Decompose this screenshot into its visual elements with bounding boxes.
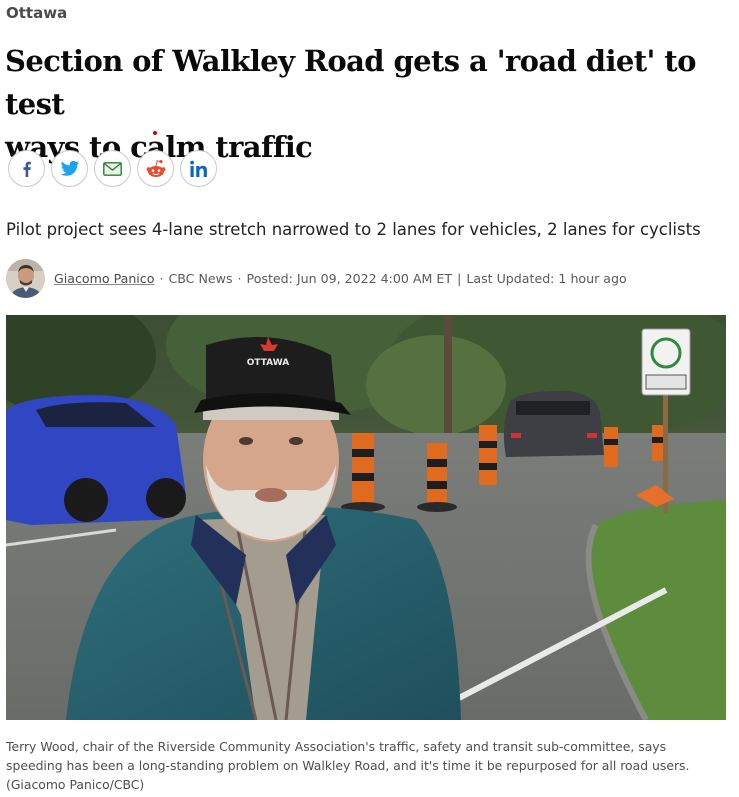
- caption-line-2: speeding has been a long-standing proble…: [6, 758, 690, 773]
- section-label-ottawa[interactable]: Ottawa: [6, 4, 67, 22]
- linkedin-icon: [189, 160, 207, 177]
- share-facebook-button[interactable]: [8, 150, 45, 187]
- share-reddit-button[interactable]: [137, 150, 174, 187]
- share-linkedin-button[interactable]: [180, 150, 217, 187]
- byline-outlet: CBC News: [168, 271, 233, 286]
- byline-text: Giacomo Panico · CBC News · Posted: Jun …: [54, 271, 627, 286]
- share-email-button[interactable]: [94, 150, 131, 187]
- caption-line-1: Terry Wood, chair of the Riverside Commu…: [6, 739, 667, 754]
- share-toolbar: [8, 150, 217, 187]
- twitter-icon: [60, 160, 79, 176]
- byline-posted: Posted: Jun 09, 2022 4:00 AM ET: [246, 271, 453, 286]
- byline-updated: Last Updated: 1 hour ago: [466, 271, 627, 286]
- caption-credit: (Giacomo Panico/CBC): [6, 777, 145, 792]
- author-link[interactable]: Giacomo Panico: [54, 271, 154, 286]
- share-twitter-button[interactable]: [51, 150, 88, 187]
- photo-caption: Terry Wood, chair of the Riverside Commu…: [6, 737, 734, 794]
- headline-line-1: Section of Walkley Road gets a 'road die…: [5, 44, 696, 121]
- cap-logo-text: OTTAWA: [247, 358, 290, 368]
- author-avatar[interactable]: [6, 258, 45, 298]
- article-deck: Pilot project sees 4-lane stretch narrow…: [6, 220, 701, 239]
- byline: Giacomo Panico · CBC News · Posted: Jun …: [6, 258, 627, 298]
- reddit-icon: [146, 159, 165, 177]
- decorative-red-dot: [153, 131, 157, 135]
- facebook-icon: [22, 161, 31, 177]
- email-icon: [103, 161, 122, 176]
- article-photo[interactable]: OTTAWA: [6, 315, 726, 720]
